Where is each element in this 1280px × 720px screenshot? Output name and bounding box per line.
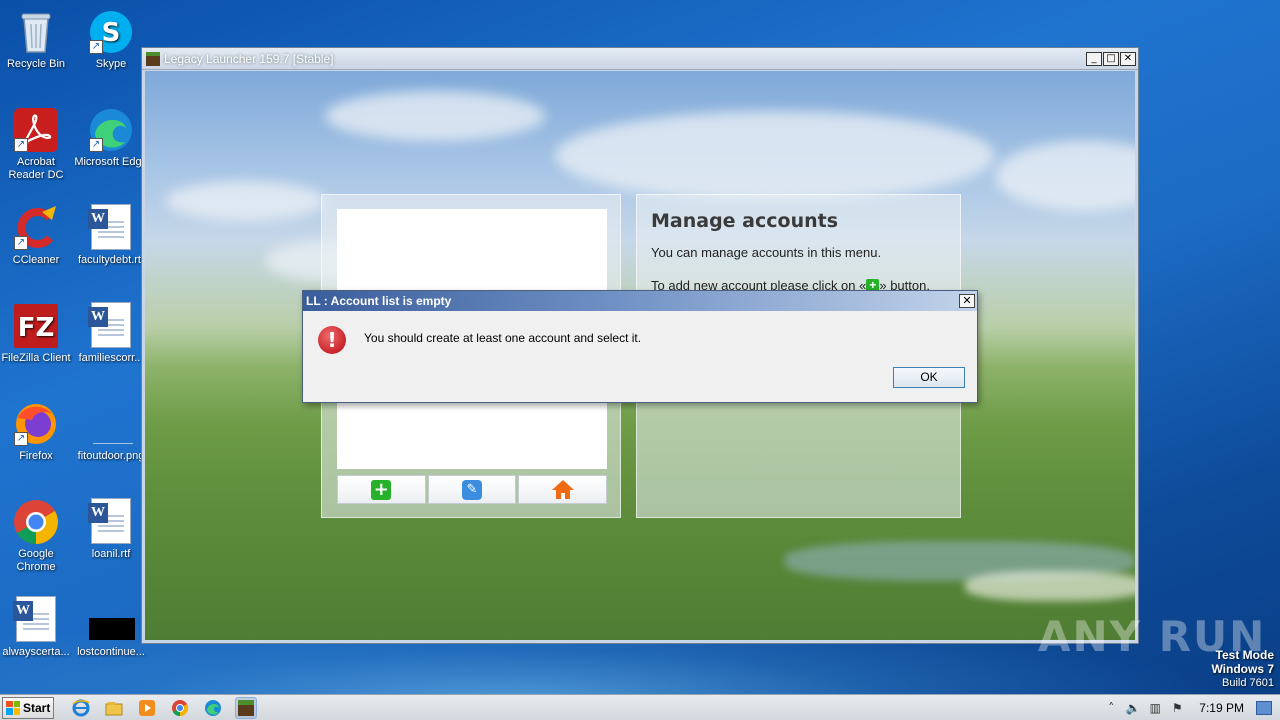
recycle-bin-icon — [12, 8, 60, 56]
desktop-icon-facultydebt[interactable]: W facultydebt.rtf — [73, 204, 149, 267]
taskbar-clock[interactable]: 7:19 PM — [1199, 701, 1244, 715]
desktop-icon-firefox[interactable]: ↗ Firefox — [0, 400, 74, 463]
launcher-title: Legacy Launcher 159.7 [Stable] — [164, 51, 334, 66]
home-icon — [551, 479, 574, 500]
desktop-icon-label: Google — [18, 548, 54, 560]
windows-logo-icon — [6, 700, 20, 715]
desktop-icon-label: Reader DC — [8, 169, 64, 181]
desktop-icon-edge[interactable]: ↗ Microsoft Edge — [73, 106, 149, 169]
desktop-icon-lostcontinue[interactable]: lostcontinue... — [73, 596, 149, 659]
dialog-close-button[interactable]: ✕ — [959, 294, 975, 308]
close-button[interactable]: ✕ — [1120, 51, 1136, 66]
edge-icon[interactable] — [202, 697, 224, 719]
desktop-icon-label: familiescorr... — [78, 352, 144, 364]
svg-text:FZ: FZ — [18, 313, 55, 343]
desktop-icon-acrobat[interactable]: ↗ Acrobat Reader DC — [0, 106, 74, 182]
desktop-icon-label: lostcontinue... — [77, 646, 145, 658]
desktop-icon-label: Microsoft Edge — [74, 156, 148, 168]
desktop-icon-label: facultydebt.rtf — [77, 254, 145, 266]
desktop-icon-loanil[interactable]: W loanil.rtf — [73, 498, 149, 561]
edge-icon: ↗ — [87, 106, 135, 154]
shortcut-arrow-icon: ↗ — [14, 432, 28, 446]
pencil-icon: ✎ — [462, 479, 482, 500]
chevron-up-icon[interactable]: ˄ — [1103, 700, 1119, 716]
desktop-icon-label: loanil.rtf — [91, 548, 131, 560]
error-icon: ! — [318, 326, 346, 354]
chrome-icon — [12, 498, 60, 546]
word-doc-icon: W — [87, 204, 135, 252]
start-button[interactable]: Start — [2, 696, 54, 719]
manage-accounts-title: Manage accounts — [651, 210, 839, 232]
desktop-icon-label: alwayscerta... — [2, 646, 70, 658]
start-label: Start — [23, 700, 51, 715]
minimize-button[interactable]: _ — [1086, 51, 1102, 66]
desktop-icon-label: Chrome — [16, 561, 56, 573]
desktop-icon-label: Skype — [95, 58, 127, 70]
desktop-icon-label: fitoutdoor.png — [77, 450, 145, 462]
desktop-icon-familiescorr[interactable]: W familiescorr... — [73, 302, 149, 365]
speaker-icon[interactable]: 🔈 — [1125, 700, 1141, 716]
show-desktop-button[interactable] — [1256, 700, 1272, 715]
ccleaner-icon: ↗ — [12, 204, 60, 252]
desktop-icon-recycle-bin[interactable]: Recycle Bin — [0, 8, 74, 71]
desktop-icon-label: FileZilla Client — [1, 352, 71, 364]
desktop-icon-alwayscerta[interactable]: W alwayscerta... — [0, 596, 74, 659]
minecraft-icon — [146, 51, 160, 66]
dialog-message: You should create at least one account a… — [364, 331, 642, 345]
firefox-icon: ↗ — [12, 400, 60, 448]
system-tray: ˄ 🔈 ▥ ⚑ 7:19 PM — [1097, 695, 1280, 720]
desktop-icon-label: CCleaner — [12, 254, 60, 266]
black-file-icon — [87, 596, 135, 644]
account-list-empty-dialog[interactable]: LL : Account list is empty ✕ ! You shoul… — [302, 290, 978, 403]
flag-icon[interactable]: ⚑ — [1169, 700, 1185, 716]
test-mode-notice: Test Mode Windows 7 Build 7601 — [1211, 648, 1274, 690]
desktop-icon-chrome[interactable]: Google Chrome — [0, 498, 74, 574]
desktop-icon-filezilla[interactable]: FZ FileZilla Client — [0, 302, 74, 365]
desktop-icon-label: Firefox — [19, 450, 53, 462]
launcher-titlebar[interactable]: Legacy Launcher 159.7 [Stable] _ □ ✕ — [142, 48, 1138, 70]
svg-text:S: S — [102, 18, 121, 48]
test-mode-line3: Build 7601 — [1222, 677, 1274, 689]
dialog-titlebar[interactable]: LL : Account list is empty ✕ — [303, 291, 977, 311]
ok-button[interactable]: OK — [893, 367, 965, 388]
accounts-toolbar: + ✎ — [337, 475, 608, 504]
desktop-icon-label: Acrobat — [17, 156, 55, 168]
image-file-icon — [87, 400, 135, 448]
manage-accounts-help: You can manage accounts in this menu. — [651, 245, 882, 260]
skype-icon: S ↗ — [87, 8, 135, 56]
shortcut-arrow-icon: ↗ — [14, 236, 28, 250]
add-account-button[interactable]: + — [337, 475, 426, 504]
test-mode-line1: Test Mode — [1215, 648, 1274, 662]
desktop-icon-skype[interactable]: S ↗ Skype — [73, 8, 149, 71]
plus-icon: + — [371, 479, 392, 500]
explorer-icon[interactable] — [103, 697, 125, 719]
media-player-icon[interactable] — [136, 697, 158, 719]
word-doc-icon: W — [87, 302, 135, 350]
acrobat-icon: ↗ — [12, 106, 60, 154]
desktop-icon-ccleaner[interactable]: ↗ CCleaner — [0, 204, 74, 267]
test-mode-line2: Windows 7 — [1211, 662, 1274, 676]
dialog-title: LL : Account list is empty — [306, 294, 452, 308]
home-button[interactable] — [518, 475, 608, 504]
shortcut-arrow-icon: ↗ — [89, 138, 103, 152]
desktop-icon-fitoutdoor[interactable]: fitoutdoor.png — [73, 400, 149, 463]
ie-icon[interactable] — [70, 697, 92, 719]
desktop-icon-label: Recycle Bin — [6, 58, 66, 70]
word-doc-icon: W — [87, 498, 135, 546]
network-icon[interactable]: ▥ — [1147, 700, 1163, 716]
chrome-icon[interactable] — [169, 697, 191, 719]
minecraft-icon[interactable] — [235, 696, 257, 719]
shortcut-arrow-icon: ↗ — [14, 138, 28, 152]
taskbar: Start ˄ 🔈 ▥ ⚑ 7:19 PM — [0, 694, 1280, 720]
maximize-button[interactable]: □ — [1103, 51, 1119, 66]
edit-account-button[interactable]: ✎ — [427, 475, 517, 504]
word-doc-icon: W — [12, 596, 60, 644]
shortcut-arrow-icon: ↗ — [89, 40, 103, 54]
filezilla-icon: FZ — [12, 302, 60, 350]
